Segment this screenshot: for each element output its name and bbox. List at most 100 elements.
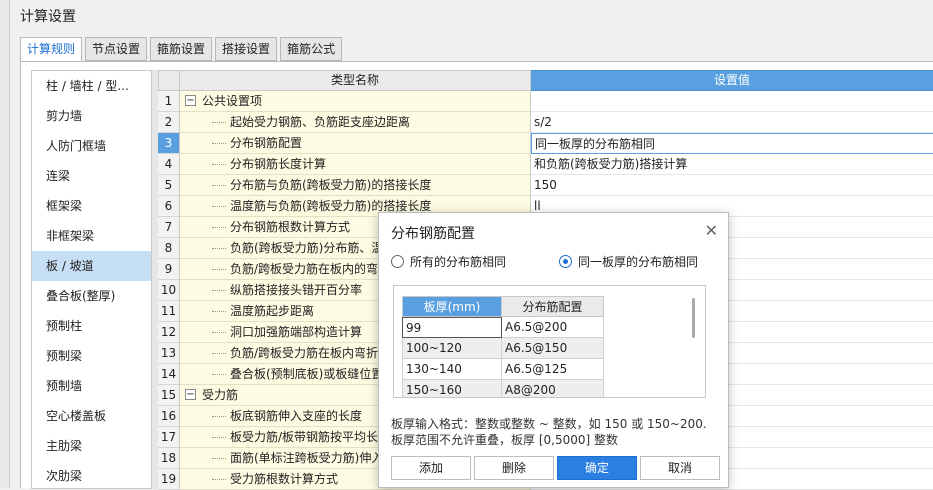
row-number: 8 <box>158 238 180 259</box>
thickness-table: 板厚(mm) 分布筋配置 99 A6.5@200 100~120 A6.5@150 13… <box>393 285 706 398</box>
tab-bar: 计算规则 节点设置 箍筋设置 搭接设置 箍筋公式 <box>20 37 345 62</box>
row-number: 3 <box>158 133 180 154</box>
window-title: 计算设置 <box>20 9 76 25</box>
category-item[interactable]: 剪力墙 <box>32 101 151 131</box>
radio-all-same[interactable]: 所有的分布筋相同 <box>391 253 506 270</box>
row-value[interactable] <box>531 91 933 112</box>
row-name-text: 分布钢筋配置 <box>230 136 303 150</box>
radio-off-icon <box>391 255 404 268</box>
tab-lap-settings[interactable]: 搭接设置 <box>215 37 278 61</box>
tab-stirrup-settings[interactable]: 箍筋设置 <box>150 37 213 61</box>
category-item[interactable]: 连梁 <box>32 161 151 191</box>
ok-button[interactable]: 确定 <box>557 456 637 480</box>
category-item[interactable]: 次肋梁 <box>32 461 151 488</box>
row-number: 5 <box>158 175 180 196</box>
row-number: 6 <box>158 196 180 217</box>
table-scrollbar[interactable] <box>692 298 695 338</box>
row-number: 2 <box>158 112 180 133</box>
tree-line-icon <box>212 311 226 312</box>
col-config[interactable]: 分布筋配置 <box>502 296 604 317</box>
dialog-buttons: 添加 删除 确定 取消 <box>391 456 723 480</box>
category-item[interactable]: 预制墙 <box>32 371 151 401</box>
thickness-table-body: 99 A6.5@200 100~120 A6.5@150 130~140 A6.5@125… <box>394 317 705 397</box>
radio-same-thickness[interactable]: 同一板厚的分布筋相同 <box>559 253 698 270</box>
grid-header-name: 类型名称 <box>180 70 531 91</box>
tree-line-icon <box>212 332 226 333</box>
row-name-text: 温度筋与负筋(跨板受力筋)的搭接长度 <box>230 199 432 213</box>
tree-line-icon <box>212 353 226 354</box>
tree-line-icon <box>212 479 226 480</box>
row-value[interactable]: 150 <box>531 175 933 196</box>
row-name-text: 温度筋起步距离 <box>230 304 315 318</box>
config-cell[interactable]: A6.5@200 <box>502 317 604 338</box>
row-value[interactable]: 同一板厚的分布筋相同 <box>531 133 933 154</box>
thickness-row[interactable]: 100~120 A6.5@150 <box>402 338 705 359</box>
category-item[interactable]: 人防门框墙 <box>32 131 151 161</box>
tab-node-settings[interactable]: 节点设置 <box>85 37 148 61</box>
collapse-icon[interactable]: − <box>185 389 196 400</box>
row-name-text: 公共设置项 <box>202 94 263 108</box>
config-cell[interactable]: A6.5@125 <box>502 359 604 380</box>
grid-header: 类型名称 设置值 <box>158 70 933 91</box>
tree-line-icon <box>212 248 226 249</box>
category-item[interactable]: 预制柱 <box>32 311 151 341</box>
thickness-row[interactable]: 99 A6.5@200 <box>402 317 705 338</box>
row-name: − 公共设置项 <box>180 91 531 112</box>
thickness-cell[interactable]: 100~120 <box>402 338 502 359</box>
row-value[interactable]: s/2 <box>531 112 933 133</box>
row-name: 分布筋与负筋(跨板受力筋)的搭接长度 <box>180 175 531 196</box>
category-item[interactable]: 板 / 坡道 <box>32 251 151 281</box>
row-value[interactable]: 和负筋(跨板受力筋)搭接计算 <box>531 154 933 175</box>
row-name-text: 分布钢筋长度计算 <box>230 157 327 171</box>
tree-line-icon <box>212 143 226 144</box>
row-number: 18 <box>158 448 180 469</box>
category-item[interactable]: 框架梁 <box>32 191 151 221</box>
radio-same-label: 同一板厚的分布筋相同 <box>578 255 699 269</box>
category-item[interactable]: 预制梁 <box>32 341 151 371</box>
row-name: 分布钢筋配置 <box>180 133 531 154</box>
row-name-text: 板底钢筋伸入支座的长度 <box>230 409 363 423</box>
config-cell[interactable]: A6.5@150 <box>502 338 604 359</box>
row-number: 17 <box>158 427 180 448</box>
category-list: 柱 / 墙柱 / 型... 剪力墙 人防门框墙 连梁 框架梁 非框架梁板 / 坡道 叠合板(… <box>31 70 152 489</box>
cancel-button[interactable]: 取消 <box>640 456 720 480</box>
tree-line-icon <box>212 227 226 228</box>
tree-line-icon <box>212 290 226 291</box>
category-item[interactable]: 柱 / 墙柱 / 型... <box>32 71 151 101</box>
close-icon[interactable]: ✕ <box>705 221 718 240</box>
tab-calc-rules[interactable]: 计算规则 <box>20 37 83 62</box>
table-row[interactable]: 2 起始受力钢筋、负筋距支座边距离 s/2 <box>158 112 933 133</box>
tab-stirrup-formula[interactable]: 箍筋公式 <box>280 37 343 61</box>
collapse-icon[interactable]: − <box>185 95 196 106</box>
thickness-row[interactable]: 130~140 A6.5@125 <box>402 359 705 380</box>
row-name-text: 分布钢筋根数计算方式 <box>230 220 351 234</box>
row-name: 分布钢筋长度计算 <box>180 154 531 175</box>
thickness-cell[interactable]: 130~140 <box>402 359 502 380</box>
thickness-cell[interactable]: 150~160 <box>402 380 502 397</box>
row-number: 15 <box>158 385 180 406</box>
tree-line-icon <box>212 458 226 459</box>
input-hint: 板厚输入格式：整数或整数 ~ 整数，如 150 或 150~200. 板厚范围不… <box>391 416 707 448</box>
category-item[interactable]: 叠合板(整厚) <box>32 281 151 311</box>
row-number: 14 <box>158 364 180 385</box>
table-row[interactable]: 1− 公共设置项 <box>158 91 933 112</box>
tree-line-icon <box>212 164 226 165</box>
dialog-title: 分布钢筋配置 <box>391 226 475 242</box>
config-cell[interactable]: A8@200 <box>502 380 604 397</box>
distribution-rebar-dialog: 分布钢筋配置 ✕ 所有的分布筋相同 同一板厚的分布筋相同 板厚(mm) 分布筋配… <box>378 212 729 488</box>
thickness-cell[interactable]: 99 <box>402 317 502 338</box>
table-row[interactable]: 3 分布钢筋配置 同一板厚的分布筋相同 <box>158 133 933 154</box>
table-row[interactable]: 5 分布筋与负筋(跨板受力筋)的搭接长度 150 <box>158 175 933 196</box>
row-name-text: 洞口加强筋端部构造计算 <box>230 325 363 339</box>
category-item[interactable]: 空心楼盖板 <box>32 401 151 431</box>
thickness-row[interactable]: 150~160 A8@200 <box>402 380 705 397</box>
delete-button[interactable]: 删除 <box>474 456 554 480</box>
tree-line-icon <box>212 374 226 375</box>
table-row[interactable]: 4 分布钢筋长度计算 和负筋(跨板受力筋)搭接计算 <box>158 154 933 175</box>
row-number: 11 <box>158 301 180 322</box>
row-name-text: 受力筋 <box>202 388 239 402</box>
category-item[interactable]: 主肋梁 <box>32 431 151 461</box>
category-item[interactable]: 非框架梁 <box>32 221 151 251</box>
add-button[interactable]: 添加 <box>391 456 471 480</box>
col-thickness[interactable]: 板厚(mm) <box>402 296 502 317</box>
